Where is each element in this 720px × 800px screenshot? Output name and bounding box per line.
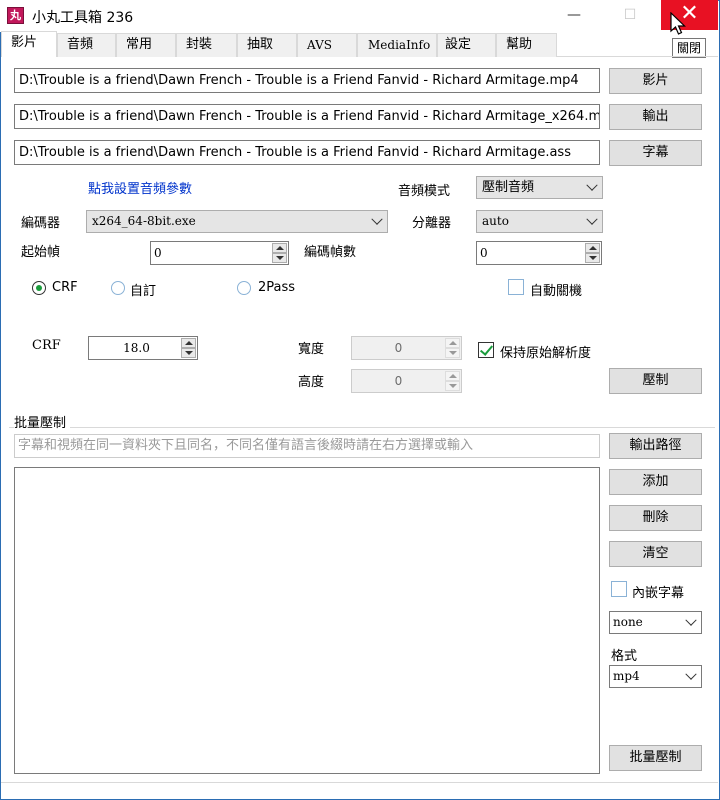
output-button[interactable]: 輸出	[609, 104, 702, 130]
tab-common[interactable]: 常用	[116, 33, 176, 57]
embed-subs-label: 內嵌字幕	[632, 586, 685, 601]
compress-button[interactable]: 壓制	[609, 368, 702, 394]
height-value: 0	[394, 374, 403, 388]
stepper-buttons	[445, 371, 460, 391]
stepper-buttons[interactable]	[272, 243, 287, 263]
subtitle-path-field[interactable]: D:\Trouble is a friend\Dawn French - Tro…	[14, 140, 600, 165]
batch-hint-field[interactable]: 字幕和視頻在同一資料夾下且同名，不同名僅有語言後綴時請在右方選擇或輸入	[14, 434, 600, 458]
output-path-field[interactable]: D:\Trouble is a friend\Dawn French - Tro…	[14, 104, 600, 129]
stepper-buttons[interactable]	[181, 338, 196, 358]
batch-file-list[interactable]	[14, 467, 600, 774]
video-button[interactable]: 影片	[609, 68, 702, 94]
tab-bar: 影片 音頻 常用 封裝 抽取 AVS MediaInfo 設定 幫助	[1, 31, 718, 57]
stepper-down-icon	[445, 348, 460, 358]
tab-mux[interactable]: 封裝	[176, 33, 237, 57]
chevron-down-icon	[685, 614, 697, 626]
batch-group-divider	[9, 427, 715, 428]
stepper-down-icon[interactable]	[181, 348, 196, 358]
encoder-label: 編碼器	[21, 216, 61, 231]
height-stepper: 0	[351, 369, 462, 393]
keep-resolution-checkbox[interactable]	[478, 342, 494, 358]
bottom-divider	[1, 782, 718, 783]
keep-resolution-label: 保持原始解析度	[500, 346, 592, 361]
auto-shutdown-checkbox[interactable]	[508, 279, 524, 295]
minimize-button[interactable]: —	[551, 0, 597, 30]
custom-radio[interactable]	[111, 281, 125, 295]
audio-mode-label: 音頻模式	[398, 184, 451, 199]
stepper-down-icon	[445, 381, 460, 391]
window-title: 小丸工具箱 236	[32, 10, 134, 26]
encoder-value: x264_64-8bit.exe	[92, 214, 196, 228]
splitter-label: 分離器	[412, 216, 452, 231]
start-frame-label: 起始幀	[21, 245, 61, 260]
app-icon: 丸	[7, 7, 24, 24]
tab-avs[interactable]: AVS	[297, 33, 357, 57]
stepper-up-icon	[445, 371, 460, 381]
chevron-down-icon	[586, 179, 598, 191]
tab-help[interactable]: 幫助	[496, 33, 557, 57]
audio-mode-select[interactable]: 壓制音頻	[476, 176, 603, 199]
chevron-down-icon	[586, 213, 598, 225]
tab-video[interactable]: 影片	[1, 31, 57, 57]
stepper-buttons	[445, 338, 460, 358]
twopass-radio-label: 2Pass	[258, 280, 296, 295]
width-stepper: 0	[351, 336, 462, 360]
delete-button[interactable]: 刪除	[609, 505, 702, 531]
clear-button[interactable]: 清空	[609, 541, 702, 567]
encoder-select[interactable]: x264_64-8bit.exe	[86, 210, 388, 233]
auto-shutdown-label: 自動關機	[530, 284, 583, 299]
crf-value: 18.0	[123, 341, 150, 355]
batch-compress-button[interactable]: 批量壓制	[609, 745, 702, 771]
audio-settings-link[interactable]: 點我設置音頻參數	[88, 178, 192, 197]
format-label: 格式	[611, 649, 638, 664]
chevron-down-icon	[685, 668, 697, 680]
tab-extract[interactable]: 抽取	[237, 33, 297, 57]
subtitle-lang-select[interactable]: none	[609, 611, 702, 634]
width-value: 0	[394, 341, 403, 355]
output-path-button[interactable]: 輸出路徑	[609, 433, 702, 459]
batch-group-label: 批量壓制	[14, 412, 71, 431]
embed-subs-checkbox[interactable]	[611, 581, 627, 597]
format-select[interactable]: mp4	[609, 665, 702, 688]
stepper-up-icon[interactable]	[585, 243, 600, 253]
stepper-down-icon[interactable]	[272, 253, 287, 263]
subtitle-button[interactable]: 字幕	[609, 140, 702, 166]
start-frame-value: 0	[154, 246, 162, 260]
stepper-up-icon[interactable]	[272, 243, 287, 253]
frame-count-label: 編碼幀數	[304, 245, 357, 260]
subtitle-lang-value: none	[613, 615, 643, 629]
stepper-up-icon[interactable]	[181, 338, 196, 348]
chevron-down-icon	[371, 213, 383, 225]
stepper-up-icon	[445, 338, 460, 348]
tab-mediainfo[interactable]: MediaInfo	[357, 33, 437, 57]
stepper-down-icon[interactable]	[585, 253, 600, 263]
width-label: 寬度	[298, 342, 325, 357]
crf-radio[interactable]	[32, 281, 46, 295]
splitter-select[interactable]: auto	[476, 210, 603, 233]
crf-radio-label: CRF	[52, 280, 78, 295]
maximize-button: ☐	[623, 7, 637, 23]
video-path-field[interactable]: D:\Trouble is a friend\Dawn French - Tro…	[14, 68, 600, 93]
twopass-radio[interactable]	[237, 281, 251, 295]
tab-settings[interactable]: 設定	[437, 33, 496, 57]
format-value: mp4	[613, 669, 640, 683]
audio-mode-value: 壓制音頻	[482, 180, 535, 195]
crf-stepper[interactable]: 18.0	[88, 336, 198, 360]
frame-count-value: 0	[480, 246, 488, 260]
frame-count-stepper[interactable]: 0	[476, 241, 602, 265]
tab-audio[interactable]: 音頻	[57, 33, 116, 57]
add-button[interactable]: 添加	[609, 469, 702, 495]
stepper-buttons[interactable]	[585, 243, 600, 263]
height-label: 高度	[298, 375, 325, 390]
crf-label: CRF	[32, 338, 61, 353]
custom-radio-label: 自訂	[130, 284, 157, 299]
splitter-value: auto	[482, 214, 509, 228]
start-frame-stepper[interactable]: 0	[150, 241, 289, 265]
